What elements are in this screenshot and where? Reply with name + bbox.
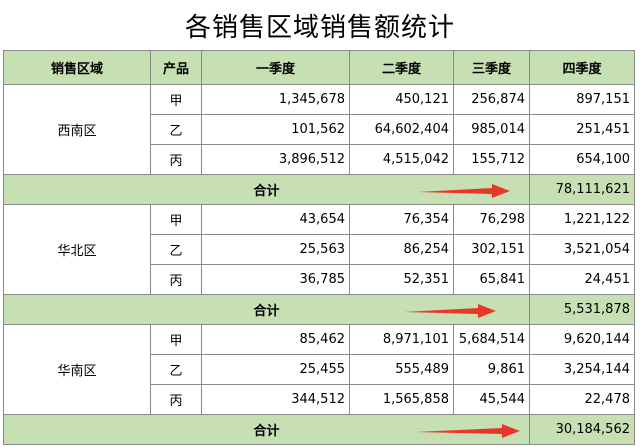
q1-cell[interactable]: 25,563 <box>201 234 350 265</box>
total-label: 合计 <box>253 424 280 439</box>
q3-cell[interactable]: 5,684,514 <box>453 324 530 355</box>
q2-cell[interactable]: 1,565,858 <box>349 384 454 415</box>
header-q3[interactable]: 三季度 <box>453 50 530 85</box>
q1-cell[interactable]: 36,785 <box>201 264 350 295</box>
total-value-cell[interactable]: 30,184,562 <box>529 414 635 445</box>
product-cell[interactable]: 甲 <box>150 204 202 235</box>
total-label-cell[interactable]: 合计 <box>3 174 530 205</box>
total-label: 合计 <box>253 184 280 199</box>
q4-cell[interactable]: 1,221,122 <box>529 204 635 235</box>
q4-cell[interactable]: 24,451 <box>529 264 635 295</box>
q2-cell[interactable]: 450,121 <box>349 84 454 115</box>
header-q2[interactable]: 二季度 <box>349 50 454 85</box>
product-cell[interactable]: 丙 <box>150 264 202 295</box>
q1-cell[interactable]: 3,896,512 <box>201 144 350 175</box>
product-cell[interactable]: 甲 <box>150 324 202 355</box>
total-label: 合计 <box>253 304 280 319</box>
q4-cell[interactable]: 3,521,054 <box>529 234 635 265</box>
header-product[interactable]: 产品 <box>150 50 202 85</box>
product-cell[interactable]: 甲 <box>150 84 202 115</box>
q3-cell[interactable]: 155,712 <box>453 144 530 175</box>
region-cell[interactable]: 华南区 <box>3 324 151 415</box>
red-arrow-icon <box>416 424 520 438</box>
q4-cell[interactable]: 9,620,144 <box>529 324 635 355</box>
q4-cell[interactable]: 22,478 <box>529 384 635 415</box>
q4-cell[interactable]: 251,451 <box>529 114 635 145</box>
q1-cell[interactable]: 1,345,678 <box>201 84 350 115</box>
header-q1[interactable]: 一季度 <box>201 50 350 85</box>
q3-cell[interactable]: 256,874 <box>453 84 530 115</box>
q3-cell[interactable]: 985,014 <box>453 114 530 145</box>
q2-cell[interactable]: 4,515,042 <box>349 144 454 175</box>
red-arrow-icon <box>418 184 510 198</box>
table-row: 西南区 甲 1,345,678 450,121 256,874 897,151 <box>3 84 635 175</box>
q4-cell[interactable]: 654,100 <box>529 144 635 175</box>
product-cell[interactable]: 乙 <box>150 354 202 385</box>
q4-cell[interactable]: 897,151 <box>529 84 635 115</box>
q1-cell[interactable]: 101,562 <box>201 114 350 145</box>
red-arrow-icon <box>404 304 496 318</box>
total-label-cell[interactable]: 合计 <box>3 294 530 325</box>
q3-cell[interactable]: 9,861 <box>453 354 530 385</box>
header-region[interactable]: 销售区域 <box>3 50 151 85</box>
product-cell[interactable]: 丙 <box>150 144 202 175</box>
product-cell[interactable]: 乙 <box>150 114 202 145</box>
total-label-cell[interactable]: 合计 <box>3 414 530 445</box>
q2-cell[interactable]: 52,351 <box>349 264 454 295</box>
q1-cell[interactable]: 85,462 <box>201 324 350 355</box>
q3-cell[interactable]: 65,841 <box>453 264 530 295</box>
table-row: 华南区 甲 85,462 8,971,101 5,684,514 9,620,1… <box>3 324 635 415</box>
q1-cell[interactable]: 344,512 <box>201 384 350 415</box>
total-value-cell[interactable]: 78,111,621 <box>529 174 635 205</box>
q1-cell[interactable]: 43,654 <box>201 204 350 235</box>
total-row: 合计 78,111,621 <box>3 174 635 205</box>
q2-cell[interactable]: 76,354 <box>349 204 454 235</box>
q2-cell[interactable]: 64,602,404 <box>349 114 454 145</box>
sheet-title: 各销售区域销售额统计 <box>184 12 455 43</box>
header-row: 销售区域 产品 一季度 二季度 三季度 四季度 <box>3 50 635 85</box>
q3-cell[interactable]: 45,544 <box>453 384 530 415</box>
product-cell[interactable]: 丙 <box>150 384 202 415</box>
q3-cell[interactable]: 76,298 <box>453 204 530 235</box>
q3-cell[interactable]: 302,151 <box>453 234 530 265</box>
q2-cell[interactable]: 86,254 <box>349 234 454 265</box>
product-cell[interactable]: 乙 <box>150 234 202 265</box>
table-row: 华北区 甲 43,654 76,354 76,298 1,221,122 <box>3 204 635 295</box>
sales-table: 销售区域 产品 一季度 二季度 三季度 四季度 西南区 甲 1,345,678 … <box>3 50 635 445</box>
q1-cell[interactable]: 25,455 <box>201 354 350 385</box>
total-value-cell[interactable]: 5,531,878 <box>529 294 635 325</box>
header-q4[interactable]: 四季度 <box>529 50 635 85</box>
q2-cell[interactable]: 555,489 <box>349 354 454 385</box>
region-cell[interactable]: 西南区 <box>3 84 151 175</box>
q4-cell[interactable]: 3,254,144 <box>529 354 635 385</box>
region-cell[interactable]: 华北区 <box>3 204 151 295</box>
total-row: 合计 30,184,562 <box>3 414 635 445</box>
total-row: 合计 5,531,878 <box>3 294 635 325</box>
q2-cell[interactable]: 8,971,101 <box>349 324 454 355</box>
